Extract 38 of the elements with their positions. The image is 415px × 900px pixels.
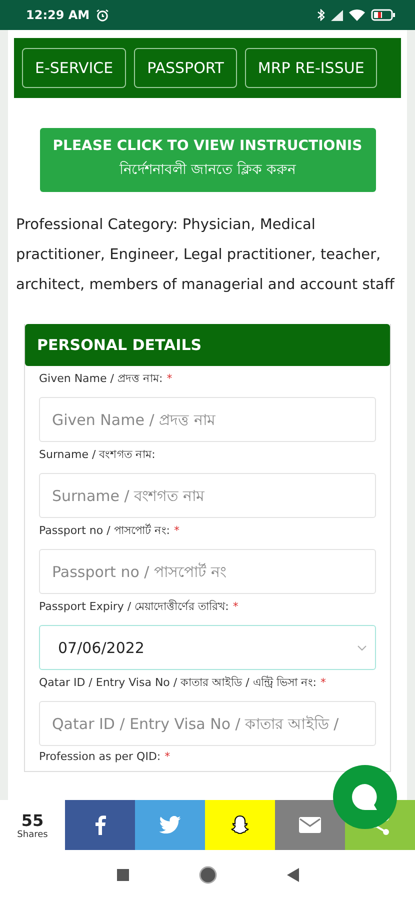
facebook-icon xyxy=(94,815,106,835)
field-label: Surname / বংশগত নাম: xyxy=(39,447,156,463)
input-field[interactable]: Surname / বংশগত নাম xyxy=(39,473,376,518)
back-icon[interactable] xyxy=(286,868,298,882)
required-mark: * xyxy=(320,676,326,689)
input-field[interactable]: Qatar ID / Entry Visa No / কাতার আইডি / xyxy=(39,701,376,746)
field-label: Profession as per QID: xyxy=(39,750,161,763)
recents-icon[interactable] xyxy=(116,869,128,881)
bluetooth-icon xyxy=(317,9,325,21)
nav-tab[interactable]: PASSPORT xyxy=(134,48,237,88)
ghost-icon xyxy=(230,815,250,835)
required-mark: * xyxy=(164,750,170,763)
card-header: PERSONAL DETAILS xyxy=(25,324,390,366)
field-label: Passport Expiry / মেয়াদোত্তীর্ণের তারিখ: xyxy=(39,598,229,615)
field-label: Qatar ID / Entry Visa No / কাতার আইডি / এন্ট্রি ভিসা নং: xyxy=(39,674,317,691)
share-button[interactable] xyxy=(275,800,345,850)
share-count: 55 Shares xyxy=(16,810,49,842)
field-label: Passport no / পাসপোর্ট নং: xyxy=(39,522,170,539)
category-description: Professional Category: Physician, Medical practitioner, Engineer, Legal practitioner, teacher, architect, members of managerial and account staff xyxy=(16,216,396,295)
alarm-icon xyxy=(96,8,109,22)
required-mark: * xyxy=(174,524,180,537)
date-field[interactable]: 07/06/2022 xyxy=(39,625,376,670)
nav-tab[interactable]: MRP RE-ISSUE xyxy=(244,48,378,88)
signal-icon xyxy=(331,10,343,20)
wifi-icon xyxy=(349,9,365,21)
home-icon[interactable] xyxy=(198,866,216,884)
required-mark: * xyxy=(232,600,238,613)
nav-tab[interactable]: E-SERVICE xyxy=(22,48,126,88)
chevron-down-icon xyxy=(357,644,367,650)
bird-icon xyxy=(159,816,181,834)
battery-icon xyxy=(371,9,395,21)
status-time: 12:29 AM xyxy=(26,8,90,22)
input-field[interactable]: Given Name / প্রদত্ত নাম xyxy=(39,397,376,442)
mail-icon xyxy=(298,816,322,834)
field-label: Given Name / প্রদত্ত নাম: xyxy=(39,371,163,387)
input-field[interactable]: Passport no / পাসপোর্ট নং xyxy=(39,549,376,594)
share-button[interactable] xyxy=(65,800,135,850)
required-mark: * xyxy=(166,372,172,385)
